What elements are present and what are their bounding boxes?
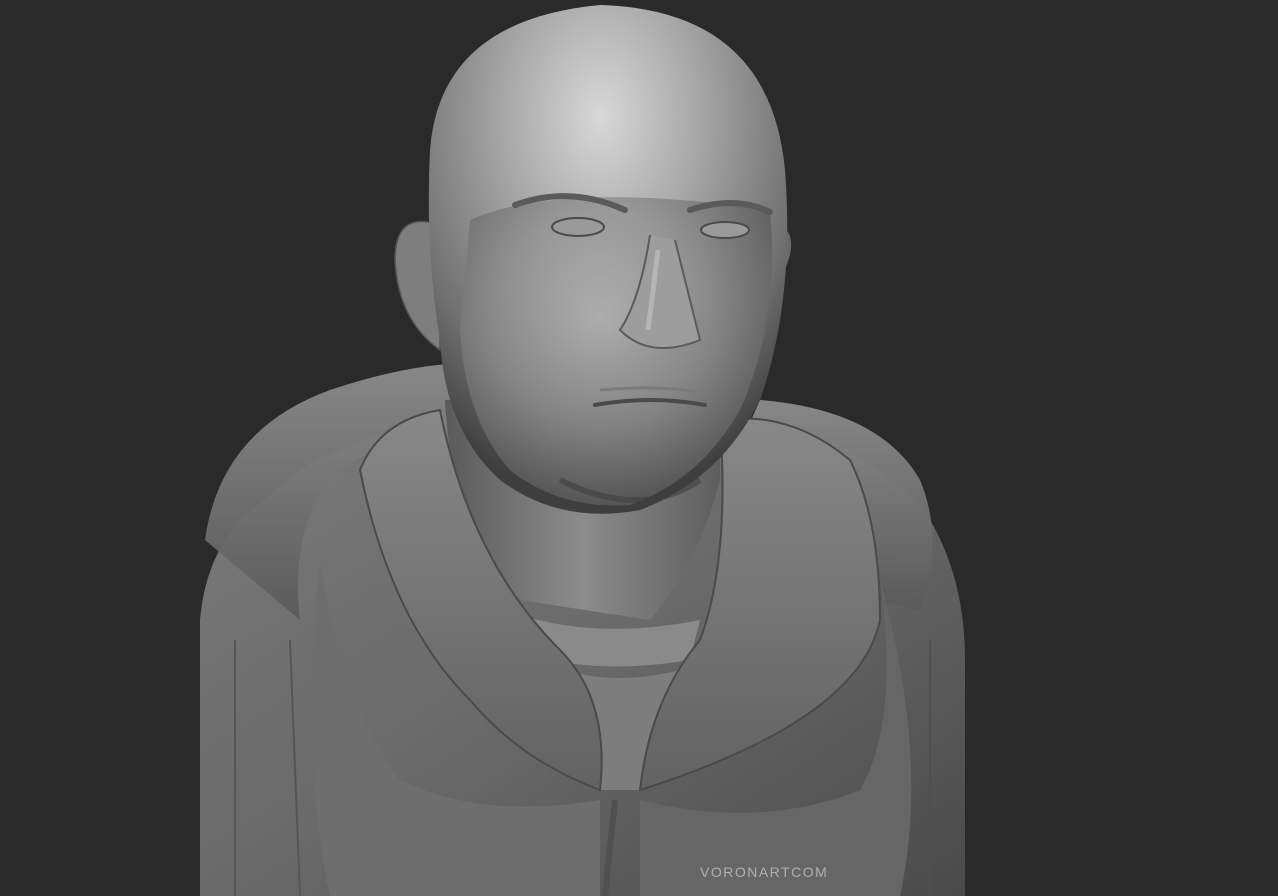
sculpt-bust-icon [200,5,965,896]
watermark-text: VORONARTCOM [700,864,829,880]
sculpt-viewport: VORONARTCOM [0,0,1278,896]
